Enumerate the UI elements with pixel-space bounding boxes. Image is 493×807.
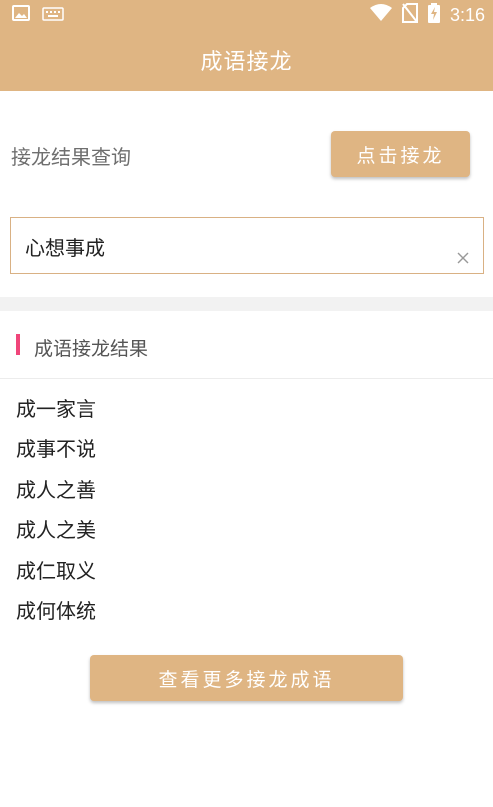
result-list: 成一家言 成事不说 成人之善 成人之美 成仁取义 成何体统: [16, 392, 96, 634]
no-sim-icon: [401, 3, 418, 27]
clear-icon[interactable]: [457, 249, 471, 264]
battery-charging-icon: [427, 3, 440, 27]
idiom-input-box: [10, 217, 484, 274]
status-time: 3:16: [449, 4, 485, 25]
result-title: 成语接龙结果: [34, 338, 149, 360]
result-item[interactable]: 成仁取义: [16, 554, 96, 594]
image-icon: [12, 5, 30, 25]
chain-button[interactable]: 点击接龙: [331, 131, 470, 177]
result-item[interactable]: 成何体统: [16, 594, 96, 634]
app-bar: 3:16 成语接龙: [0, 0, 493, 91]
accent-bar: [16, 334, 20, 355]
page-title: 成语接龙: [200, 50, 293, 75]
result-header: 成语接龙结果: [0, 311, 493, 379]
status-bar: 3:16: [0, 0, 493, 28]
keyboard-icon: [42, 6, 64, 25]
section-divider: [0, 297, 493, 311]
wifi-icon: [369, 4, 392, 26]
result-item[interactable]: 成人之美: [16, 513, 96, 553]
result-item[interactable]: 成事不说: [16, 432, 96, 472]
more-idioms-button[interactable]: 查看更多接龙成语: [90, 655, 403, 701]
result-item[interactable]: 成一家言: [16, 392, 96, 432]
result-item[interactable]: 成人之善: [16, 473, 96, 513]
idiom-input[interactable]: [25, 232, 445, 260]
query-label: 接龙结果查询: [11, 145, 131, 169]
